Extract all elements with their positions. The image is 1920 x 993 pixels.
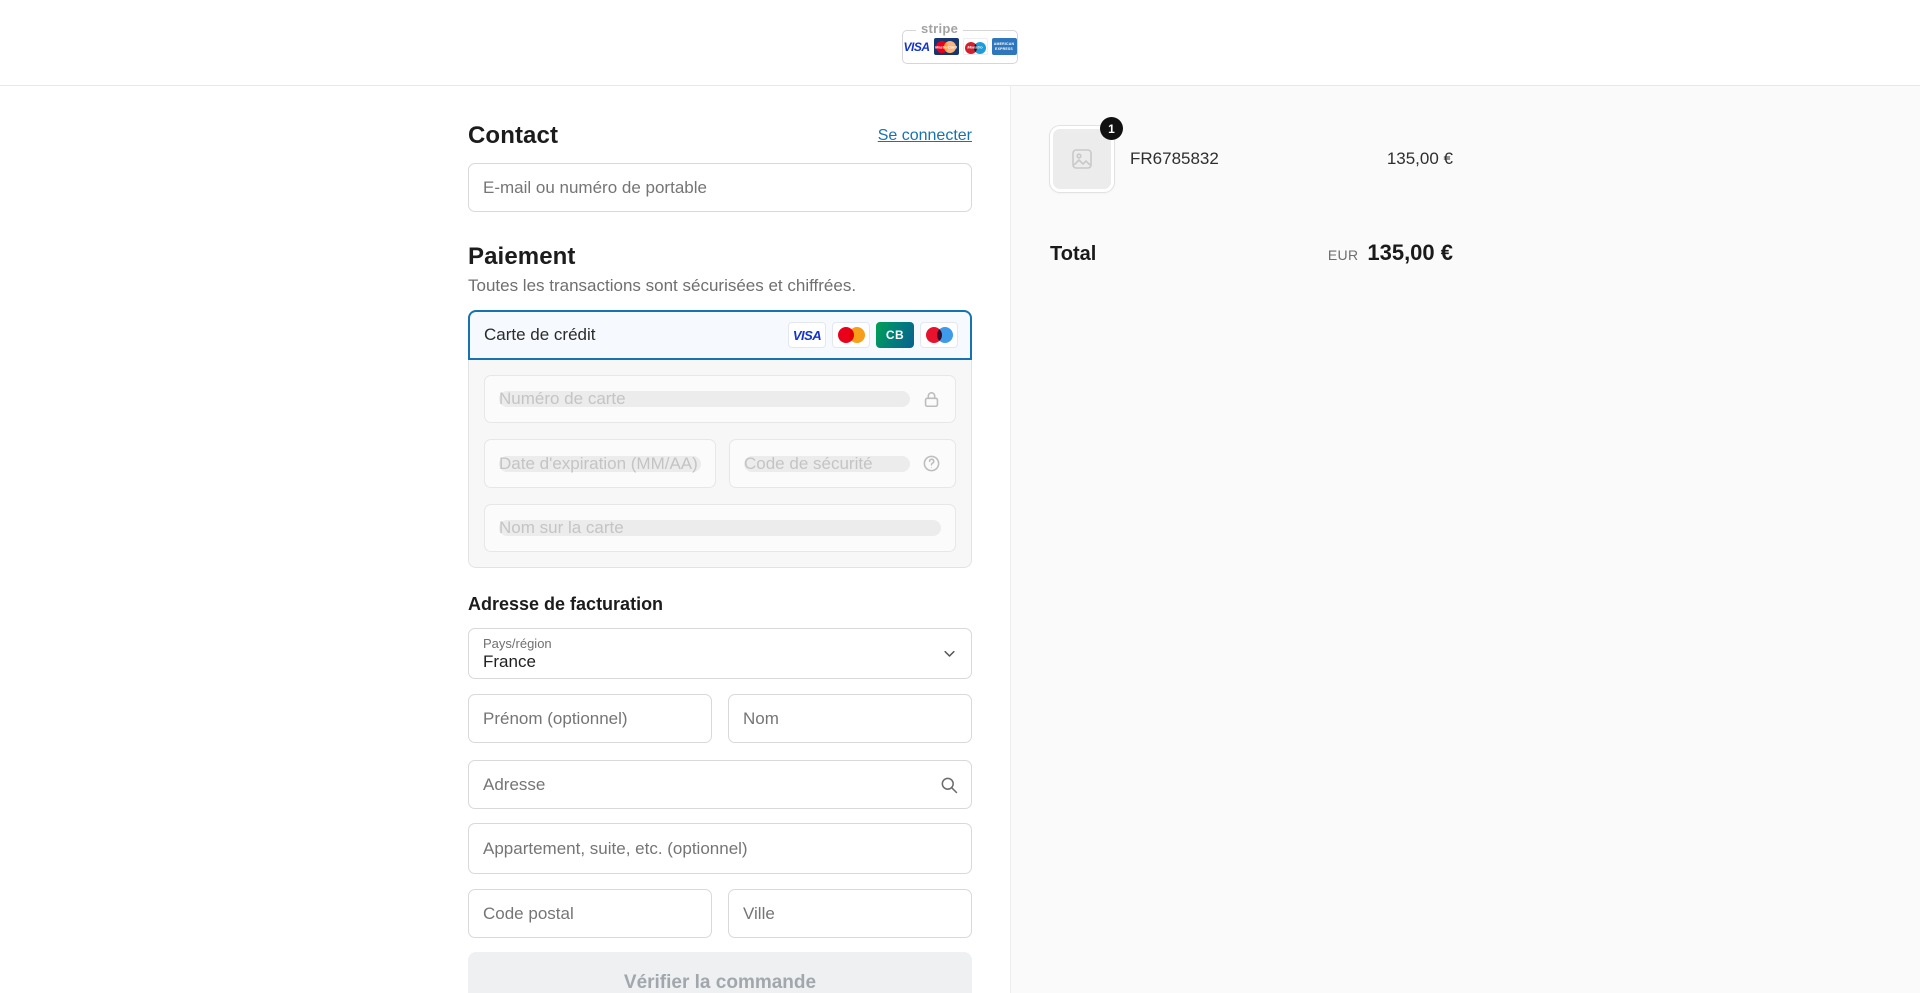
email-input[interactable] xyxy=(468,163,972,212)
country-select-texts: Pays/région France xyxy=(483,636,942,672)
payment-method-label: Carte de crédit xyxy=(484,325,788,345)
chevron-down-icon xyxy=(942,646,957,661)
address-field-wrap xyxy=(468,760,972,809)
payment-method-credit-card[interactable]: Carte de crédit VISA CB xyxy=(468,310,972,360)
checkout-page: stripe VISA MasterCard Maestro AMERICAN … xyxy=(0,0,1920,993)
card-number-skeleton: Numéro de carte xyxy=(499,391,910,407)
payment-subtitle: Toutes les transactions sont sécurisées … xyxy=(468,276,972,296)
mastercard-orange-circle xyxy=(849,327,865,343)
country-label: Pays/région xyxy=(483,636,942,651)
expiry-skeleton: Date d'expiration (MM/AA) xyxy=(499,456,701,472)
quantity-badge: 1 xyxy=(1100,117,1123,140)
postal-city-row xyxy=(468,889,972,938)
contact-header-row: Contact Se connecter xyxy=(468,122,972,150)
login-link[interactable]: Se connecter xyxy=(878,127,972,145)
contact-title: Contact xyxy=(468,122,558,150)
maestro-logo-icon: Maestro xyxy=(963,38,988,55)
mastercard-label: MasterCard xyxy=(934,44,959,49)
total-value: 135,00 € xyxy=(1367,240,1453,266)
amex-label: AMERICAN EXPRESS xyxy=(992,42,1017,52)
expiry-placeholder: Date d'expiration (MM/AA) xyxy=(499,454,698,474)
payment-title: Paiement xyxy=(468,243,972,271)
search-icon xyxy=(939,775,959,795)
email-field-wrap xyxy=(468,163,972,212)
card-fields-section: Numéro de carte Date d'expiration (MM/AA… xyxy=(468,360,972,568)
maestro-blue-circle xyxy=(937,327,953,343)
total-label: Total xyxy=(1050,243,1096,266)
cardholder-name-field[interactable]: Nom sur la carte xyxy=(484,504,956,552)
review-order-button[interactable]: Vérifier la commande xyxy=(468,952,972,993)
address-input[interactable] xyxy=(468,760,972,809)
amex-logo-icon: AMERICAN EXPRESS xyxy=(992,38,1017,55)
billing-title: Adresse de facturation xyxy=(468,594,972,615)
payment-method-box: Carte de crédit VISA CB Numéro d xyxy=(468,310,972,568)
help-circle-icon xyxy=(922,454,941,473)
last-name-input[interactable] xyxy=(728,694,972,743)
city-input[interactable] xyxy=(728,889,972,938)
postal-code-input[interactable] xyxy=(468,889,712,938)
cvc-skeleton: Code de sécurité xyxy=(744,456,910,472)
product-price: 135,00 € xyxy=(1387,149,1453,169)
product-thumbnail: 1 xyxy=(1050,126,1114,192)
cartes-bancaires-badge-icon: CB xyxy=(876,322,914,348)
visa-badge-icon: VISA xyxy=(788,322,826,348)
maestro-badge-icon xyxy=(920,322,958,348)
expiry-field[interactable]: Date d'expiration (MM/AA) xyxy=(484,439,716,488)
currency-code: EUR xyxy=(1328,247,1358,263)
total-amount: EUR 135,00 € xyxy=(1328,240,1453,266)
stripe-test-badge: stripe VISA MasterCard Maestro AMERICAN … xyxy=(902,30,1018,64)
cardholder-skeleton: Nom sur la carte xyxy=(499,520,941,536)
name-fields-row xyxy=(468,694,972,743)
checkout-form: Contact Se connecter Paiement Toutes les… xyxy=(468,86,972,993)
stripe-brand-label: stripe xyxy=(916,22,963,36)
country-select[interactable]: Pays/région France xyxy=(468,628,972,679)
cvc-placeholder: Code de sécurité xyxy=(744,454,873,474)
apartment-input[interactable] xyxy=(468,823,972,874)
mastercard-badge-icon xyxy=(832,322,870,348)
card-number-field[interactable]: Numéro de carte xyxy=(484,375,956,423)
maestro-label: Maestro xyxy=(964,44,987,49)
country-value: France xyxy=(483,652,942,672)
cvc-field[interactable]: Code de sécurité xyxy=(729,439,956,488)
card-number-placeholder: Numéro de carte xyxy=(499,389,626,409)
first-name-input[interactable] xyxy=(468,694,712,743)
apartment-field-wrap xyxy=(468,823,972,874)
header: stripe VISA MasterCard Maestro AMERICAN … xyxy=(0,0,1920,86)
mastercard-logo-icon: MasterCard xyxy=(934,38,959,55)
expiry-cvc-row: Date d'expiration (MM/AA) Code de sécuri… xyxy=(484,439,956,488)
product-name: FR6785832 xyxy=(1130,149,1387,169)
order-total-row: Total EUR 135,00 € xyxy=(1050,240,1453,266)
card-brand-icons: VISA CB xyxy=(788,322,958,348)
visa-logo-icon: VISA xyxy=(903,40,929,54)
lock-icon xyxy=(922,390,941,409)
image-placeholder-icon xyxy=(1070,147,1094,171)
cardholder-placeholder: Nom sur la carte xyxy=(499,518,624,538)
order-item-row: 1 FR6785832 135,00 € xyxy=(1050,126,1453,192)
order-summary-panel: 1 FR6785832 135,00 € Total EUR 135,00 € xyxy=(1010,86,1920,993)
